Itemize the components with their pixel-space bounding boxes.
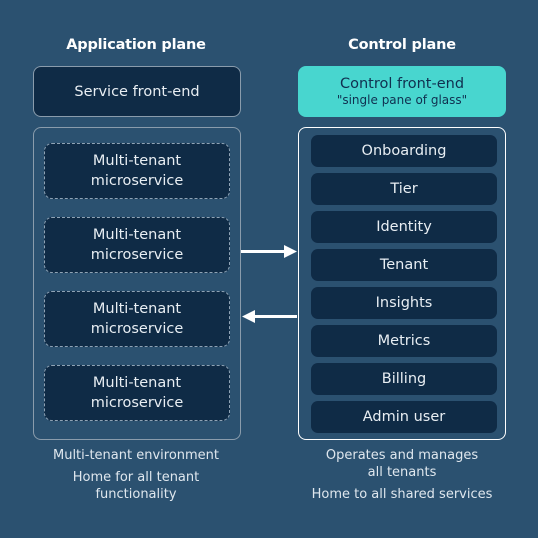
arrow-app-to-control [241,245,297,258]
arrow-control-to-app [242,310,297,323]
caption-shared-services: Home to all shared services [311,487,493,502]
caption-multi-tenant-environment: Multi-tenant environment [52,448,220,463]
caption-operates-line2: all tenants [367,465,437,480]
caption-operates-line1: Operates and manages [325,448,479,463]
caption-home-line1: Home for all tenant [72,470,200,485]
caption-home-line2: functionality [95,487,177,502]
